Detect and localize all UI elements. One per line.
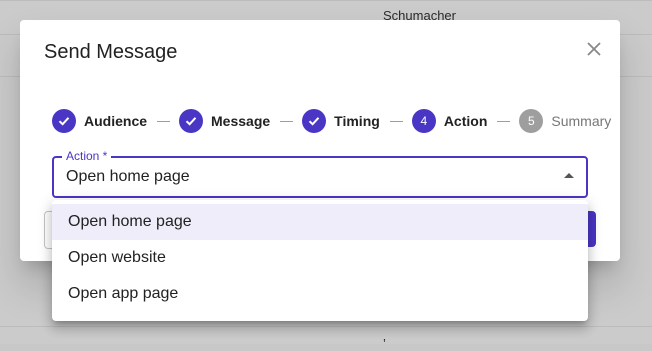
step-connector: [157, 120, 171, 122]
step-label: Message: [211, 113, 271, 129]
stepper: Audience Message Timing 4 Action 5 Summa…: [52, 109, 611, 133]
step-label: Timing: [334, 113, 380, 129]
check-icon: [52, 109, 76, 133]
menu-item[interactable]: Open home page: [52, 204, 588, 240]
check-icon: [179, 109, 204, 133]
check-icon: [302, 109, 327, 133]
table-row-divider: [0, 0, 652, 1]
action-select[interactable]: Action * Open home page: [52, 149, 588, 198]
step-label: Action: [443, 113, 488, 129]
step-number: 5: [519, 109, 544, 133]
step-connector: [280, 120, 294, 122]
action-options-menu: Open home page Open website Open app pag…: [52, 200, 588, 321]
step-message[interactable]: Message: [179, 109, 270, 133]
step-label: Audience: [84, 113, 148, 129]
menu-item[interactable]: Open website: [52, 240, 588, 276]
action-select-value: Open home page: [66, 168, 190, 185]
caret-up-icon: [564, 173, 574, 178]
step-timing[interactable]: Timing: [302, 109, 380, 133]
menu-item[interactable]: Open app page: [52, 276, 588, 312]
table-row-divider: [0, 326, 652, 327]
step-connector: [497, 120, 511, 122]
step-number: 4: [411, 109, 436, 133]
close-button[interactable]: [582, 37, 606, 61]
step-label: Summary: [551, 113, 612, 129]
close-icon: [587, 42, 601, 56]
action-select-label: Action *: [62, 149, 112, 163]
step-connector: [389, 120, 403, 122]
dialog-title: Send Message: [44, 41, 178, 63]
step-action[interactable]: 4 Action: [411, 109, 488, 133]
step-summary[interactable]: 5 Summary: [519, 109, 611, 133]
step-audience[interactable]: Audience: [52, 109, 147, 133]
